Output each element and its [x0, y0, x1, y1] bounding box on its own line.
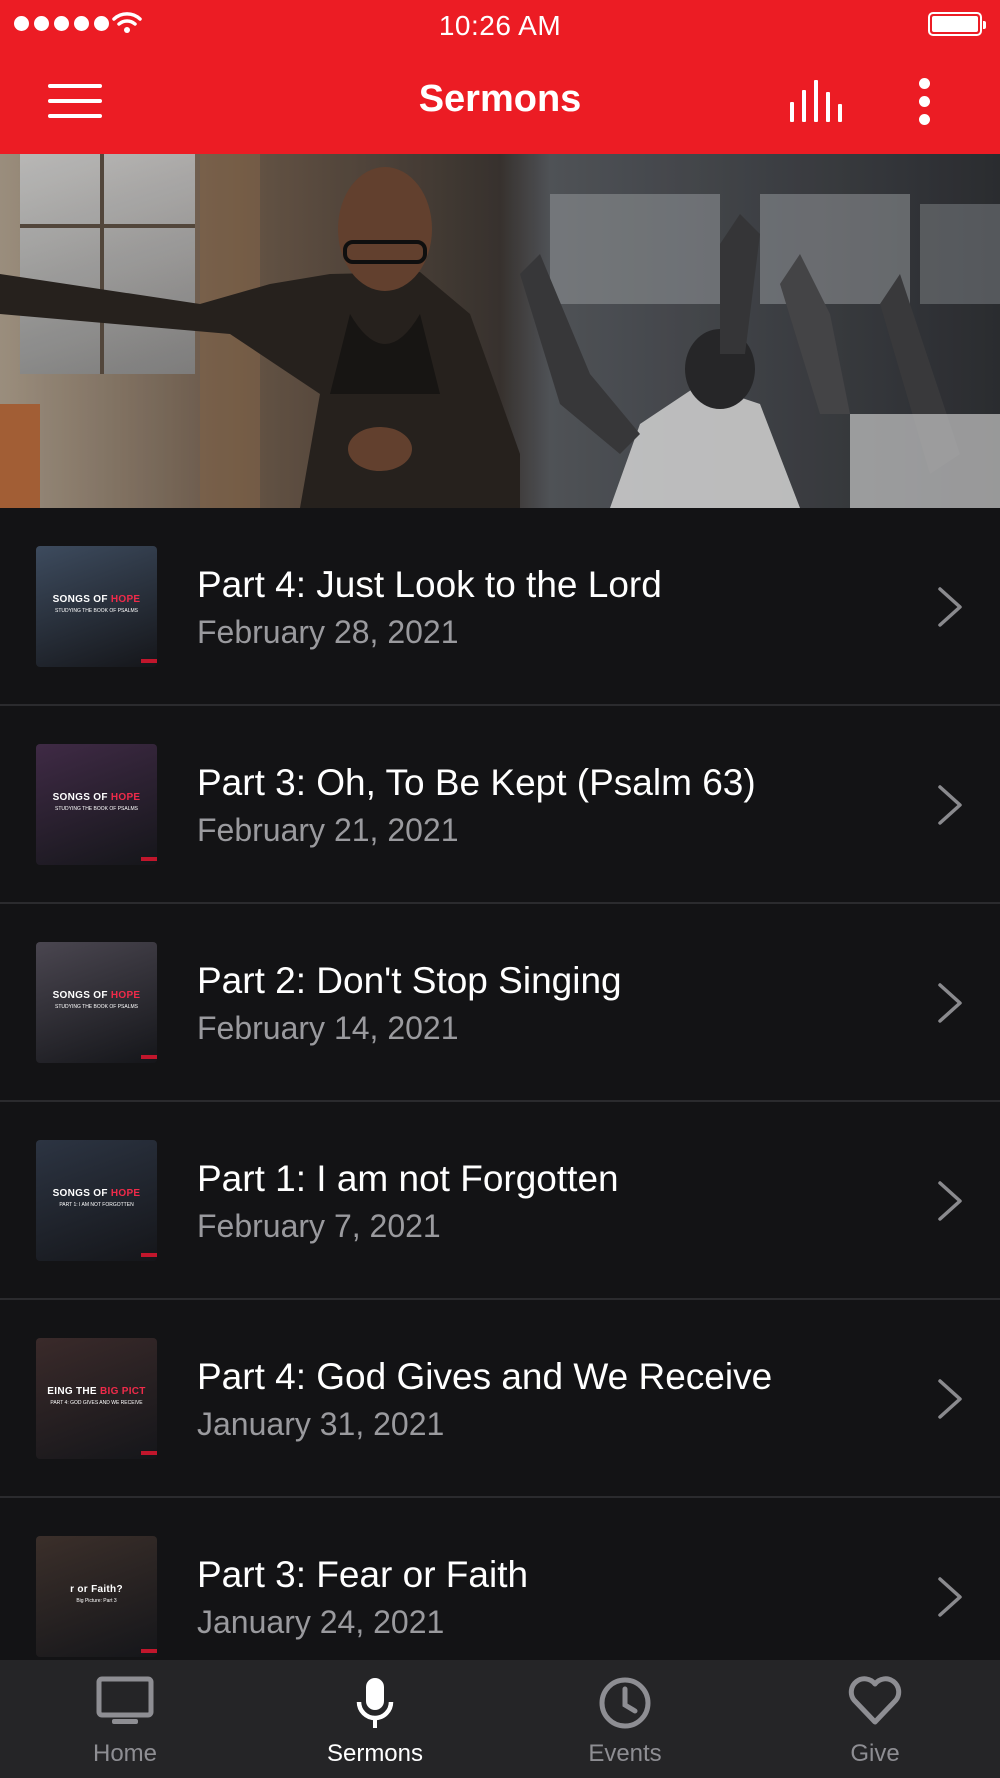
- sermon-row[interactable]: SONGS OF HOPE PART 1: I AM NOT FORGOTTEN P…: [0, 1102, 1000, 1300]
- thumbnail-accent: [141, 1055, 157, 1059]
- sermon-title: Part 4: Just Look to the Lord: [197, 564, 662, 605]
- chevron-right-icon: [938, 983, 962, 1023]
- tab-sermons-label: Sermons: [326, 1740, 424, 1767]
- tab-sermons[interactable]: Sermons: [250, 1660, 500, 1778]
- sermon-row[interactable]: EING THE BIG PICT PART 4: GOD GIVES AND W…: [0, 1300, 1000, 1498]
- sermon-row[interactable]: SONGS OF HOPE STUDYING THE BOOK OF PSALMS…: [0, 508, 1000, 706]
- sermon-row[interactable]: SONGS OF HOPE STUDYING THE BOOK OF PSALMS…: [0, 706, 1000, 904]
- sermon-title: Part 1: I am not Forgotten: [197, 1158, 619, 1199]
- bottom-tab-bar: Home Sermons Events Give: [0, 1660, 1000, 1778]
- sermon-date: January 31, 2021: [197, 1406, 445, 1442]
- thumbnail-title: SONGS OF HOPE: [52, 990, 141, 1001]
- sermon-date: February 7, 2021: [197, 1208, 441, 1244]
- sermon-thumbnail: r or Faith? Big Picture: Part 3: [36, 1536, 157, 1657]
- thumbnail-title: EING THE BIG PICT: [47, 1386, 146, 1397]
- sermon-title: Part 3: Fear or Faith: [197, 1554, 529, 1595]
- hero-photo: [0, 154, 1000, 508]
- chevron-right-icon: [938, 785, 962, 825]
- thumbnail-accent: [141, 1253, 157, 1257]
- tab-events[interactable]: Events: [500, 1660, 750, 1778]
- thumbnail-accent: [141, 659, 157, 663]
- sermon-thumbnail: SONGS OF HOPE STUDYING THE BOOK OF PSALMS: [36, 546, 157, 667]
- chevron-right-icon: [938, 1181, 962, 1221]
- thumbnail-subtitle: PART 4: GOD GIVES AND WE RECEIVE: [50, 1400, 143, 1406]
- sermon-date: February 14, 2021: [197, 1010, 459, 1046]
- page-title: Sermons: [418, 78, 582, 120]
- sermon-row[interactable]: SONGS OF HOPE STUDYING THE BOOK OF PSALMS…: [0, 904, 1000, 1102]
- thumbnail-title: SONGS OF HOPE: [52, 792, 141, 803]
- thumbnail-subtitle: STUDYING THE BOOK OF PSALMS: [55, 806, 138, 812]
- navigation-bar: Sermons: [0, 50, 1000, 154]
- tab-home[interactable]: Home: [0, 1660, 250, 1778]
- thumbnail-accent: [141, 1649, 157, 1653]
- sermon-title: Part 2: Don't Stop Singing: [197, 960, 622, 1001]
- thumbnail-subtitle: Big Picture: Part 3: [76, 1598, 117, 1604]
- sermon-thumbnail: SONGS OF HOPE STUDYING THE BOOK OF PSALMS: [36, 744, 157, 865]
- heart-icon: [848, 1676, 902, 1725]
- chevron-right-icon: [938, 1379, 962, 1419]
- clock-icon: [599, 1677, 651, 1729]
- sermon-date: January 24, 2021: [197, 1604, 445, 1640]
- sermon-title: Part 3: Oh, To Be Kept (Psalm 63): [197, 762, 756, 803]
- hero-banner-image: [0, 154, 1000, 508]
- thumbnail-accent: [141, 857, 157, 861]
- thumbnail-title: SONGS OF HOPE: [52, 594, 141, 605]
- sermon-date: February 21, 2021: [197, 812, 459, 848]
- audio-bars-icon[interactable]: [788, 80, 848, 124]
- status-time: 10:26 AM: [438, 10, 562, 41]
- sermon-title: Part 4: God Gives and We Receive: [197, 1356, 773, 1397]
- tab-home-label: Home: [92, 1740, 158, 1767]
- thumbnail-accent: [141, 1451, 157, 1455]
- thumbnail-subtitle: STUDYING THE BOOK OF PSALMS: [55, 1004, 138, 1010]
- microphone-icon: [356, 1678, 394, 1728]
- chevron-right-icon: [938, 1577, 962, 1617]
- thumbnail-title: SONGS OF HOPE: [52, 1188, 141, 1199]
- status-bar: 10:26 AM: [0, 0, 1000, 50]
- tv-icon: [96, 1676, 154, 1724]
- thumbnail-subtitle: STUDYING THE BOOK OF PSALMS: [55, 608, 138, 614]
- battery-icon: [928, 12, 986, 36]
- tab-give-label: Give: [850, 1740, 900, 1767]
- menu-button[interactable]: [48, 82, 102, 120]
- sermon-list: SONGS OF HOPE STUDYING THE BOOK OF PSALMS…: [0, 508, 1000, 1660]
- thumbnail-subtitle: PART 1: I AM NOT FORGOTTEN: [59, 1202, 134, 1208]
- sermon-thumbnail: SONGS OF HOPE STUDYING THE BOOK OF PSALMS: [36, 942, 157, 1063]
- sermon-thumbnail: SONGS OF HOPE PART 1: I AM NOT FORGOTTEN: [36, 1140, 157, 1261]
- sermon-row[interactable]: r or Faith? Big Picture: Part 3 Part 3: Fe…: [0, 1498, 1000, 1660]
- app-header: 10:26 AM Sermons: [0, 0, 1000, 154]
- sermon-date: February 28, 2021: [197, 614, 459, 650]
- tab-events-label: Events: [588, 1740, 662, 1767]
- more-options-button[interactable]: [910, 76, 940, 128]
- sermon-thumbnail: EING THE BIG PICT PART 4: GOD GIVES AND W…: [36, 1338, 157, 1459]
- thumbnail-title: r or Faith?: [70, 1584, 123, 1595]
- chevron-right-icon: [938, 587, 962, 627]
- tab-give[interactable]: Give: [750, 1660, 1000, 1778]
